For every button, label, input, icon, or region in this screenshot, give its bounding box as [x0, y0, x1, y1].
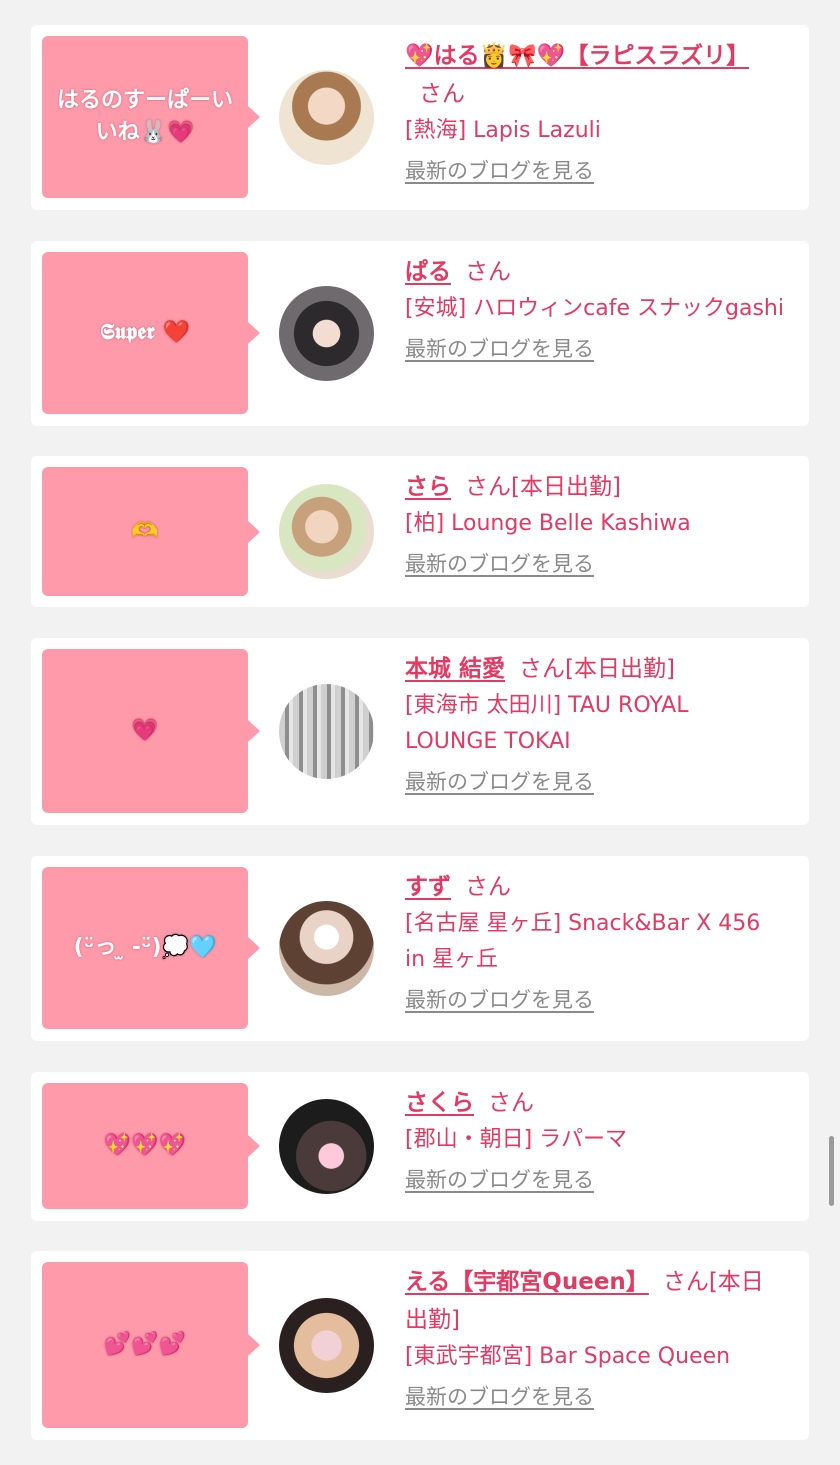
shop-name: [東武宇都宮] Bar Space Queen: [405, 1344, 731, 1369]
blog-link[interactable]: 最新のブログを見る: [405, 984, 594, 1016]
list-item: 🫶 さら さん[本日出勤] [柏] Lounge Belle Kashiwa 最新…: [31, 456, 809, 607]
honorific: さん: [465, 259, 511, 285]
blog-link[interactable]: 最新のブログを見る: [405, 1164, 594, 1196]
blog-link[interactable]: 最新のブログを見る: [405, 1381, 594, 1413]
name-link[interactable]: 💖はる👸🎀💖【ラピスラズリ】: [405, 43, 749, 69]
message-text: 💖💖💖: [103, 1133, 187, 1158]
status-badge: [本日出勤]: [565, 656, 675, 682]
message-text: 𝕾𝖚𝖕𝖊𝖗 ❤️: [100, 320, 190, 345]
avatar[interactable]: [279, 1099, 374, 1194]
shop-name: [東海市 太田川] TAU ROYAL LOUNGE TOKAI: [405, 693, 689, 754]
list-item: 💕💕💕 える【宇都宮Queen】 さん[本日出勤] [東武宇都宮] Bar Spa…: [31, 1251, 809, 1440]
message-bubble: (ᵕ̈っ ̫ -ᵕ̈)💭🩵: [42, 867, 260, 1029]
list-item: はるのすーぱーいいね🐰💗 💖はる👸🎀💖【ラピスラズリ】さん [熱海] Lapis…: [31, 25, 809, 210]
name-link[interactable]: 本城 結愛: [405, 656, 505, 682]
message-text: 💗: [131, 718, 159, 743]
message-text: 🫶: [131, 518, 159, 544]
avatar[interactable]: [279, 70, 374, 165]
shop-name: [名古屋 星ヶ丘] Snack&Bar X 456 in 星ヶ丘: [405, 911, 761, 972]
avatar[interactable]: [279, 1298, 374, 1393]
list-item: 💗 本城 結愛 さん[本日出勤] [東海市 太田川] TAU ROYAL LOUN…: [31, 638, 809, 825]
message-text: はるのすーぱーいいね🐰💗: [56, 88, 233, 145]
honorific: さん: [488, 1090, 534, 1116]
message-text: 💕💕💕: [103, 1332, 187, 1357]
honorific: さん: [465, 474, 511, 500]
shop-name: [柏] Lounge Belle Kashiwa: [405, 511, 691, 536]
avatar[interactable]: [279, 901, 374, 996]
shop-name: [熱海] Lapis Lazuli: [405, 118, 601, 143]
honorific: さん: [419, 81, 465, 107]
status-badge: [本日出勤]: [511, 474, 621, 500]
message-bubble: 💗: [42, 649, 260, 813]
shop-name: [郡山・朝日] ラパーマ: [405, 1127, 627, 1152]
name-link[interactable]: える【宇都宮Queen】: [405, 1269, 649, 1295]
message-bubble: 💕💕💕: [42, 1262, 260, 1428]
honorific: さん: [465, 874, 511, 900]
list-item: (ᵕ̈っ ̫ -ᵕ̈)💭🩵 すず さん [名古屋 星ヶ丘] Snack&Bar X…: [31, 856, 809, 1041]
avatar[interactable]: [279, 484, 374, 579]
message-bubble: 𝕾𝖚𝖕𝖊𝖗 ❤️: [42, 252, 260, 414]
honorific: さん: [519, 656, 566, 682]
entry-list: はるのすーぱーいいね🐰💗 💖はる👸🎀💖【ラピスラズリ】さん [熱海] Lapis…: [0, 0, 840, 1465]
honorific: さん: [662, 1269, 709, 1295]
blog-link[interactable]: 最新のブログを見る: [405, 333, 594, 365]
name-link[interactable]: ぱる: [405, 259, 451, 285]
message-bubble: 🫶: [42, 467, 260, 596]
name-link[interactable]: さら: [405, 474, 451, 500]
message-bubble: 💖💖💖: [42, 1083, 260, 1209]
avatar[interactable]: [279, 286, 374, 381]
message-text: (ᵕ̈っ ̫ -ᵕ̈)💭🩵: [73, 935, 217, 960]
avatar[interactable]: [279, 684, 374, 779]
name-link[interactable]: すず: [405, 874, 451, 900]
blog-link[interactable]: 最新のブログを見る: [405, 155, 594, 187]
blog-link[interactable]: 最新のブログを見る: [405, 766, 594, 798]
list-item: 💖💖💖 さくら さん [郡山・朝日] ラパーマ 最新のブログを見る: [31, 1072, 809, 1221]
message-bubble: はるのすーぱーいいね🐰💗: [42, 36, 260, 198]
blog-link[interactable]: 最新のブログを見る: [405, 548, 594, 580]
list-item: 𝕾𝖚𝖕𝖊𝖗 ❤️ ぱる さん [安城] ハロウィンcafe スナックgashi 最…: [31, 241, 809, 426]
scrollbar[interactable]: [829, 1136, 834, 1206]
shop-name: [安城] ハロウィンcafe スナックgashi: [405, 296, 784, 321]
name-link[interactable]: さくら: [405, 1090, 474, 1116]
